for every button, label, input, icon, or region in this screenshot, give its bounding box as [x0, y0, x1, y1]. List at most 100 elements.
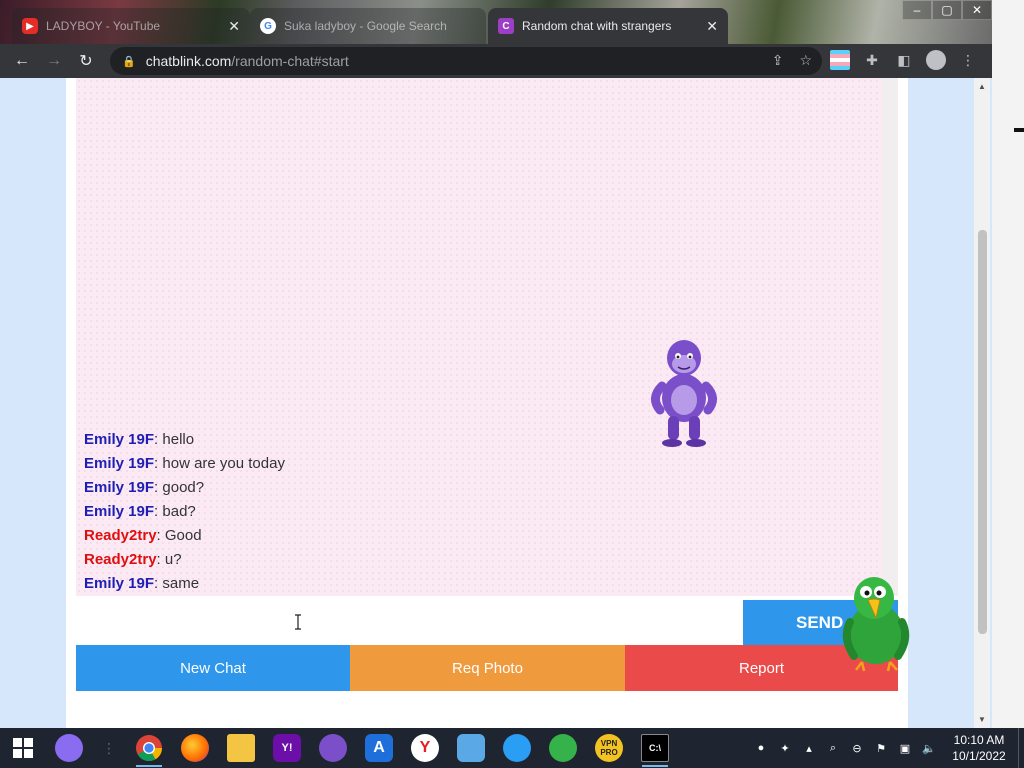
- google-icon: G: [260, 18, 276, 34]
- scroll-up-icon[interactable]: ▲: [977, 82, 987, 91]
- tab-strip: ▶ LADYBOY - YouTube ✕ G Suka ladyboy - G…: [0, 0, 992, 44]
- lock-icon: 🔒: [122, 55, 136, 68]
- tab-title: LADYBOY - YouTube: [46, 19, 161, 33]
- flag-extension-icon[interactable]: [830, 50, 850, 70]
- request-photo-button[interactable]: Req Photo: [350, 645, 625, 691]
- desktop-background: [992, 0, 1024, 728]
- scroll-down-icon[interactable]: ▼: [977, 715, 987, 724]
- tab-title: Random chat with strangers: [522, 19, 672, 33]
- clock-date: 10/1/2022: [952, 749, 1006, 763]
- message-list: Emily 19F: hello Emily 19F: how are you …: [84, 428, 285, 596]
- tab-title: Suka ladyboy - Google Search: [284, 19, 447, 33]
- window-controls: – ▢ ✕: [902, 0, 992, 20]
- side-panel-icon[interactable]: ◧: [894, 50, 914, 70]
- taskbar-separator: ⋮: [102, 739, 116, 756]
- message-text: : u?: [156, 551, 182, 568]
- bookmark-star-icon[interactable]: ☆: [799, 52, 812, 69]
- start-button[interactable]: [0, 728, 46, 768]
- desktop-mark: [1014, 128, 1024, 132]
- chrome-icon: [136, 735, 163, 762]
- taskbar-yahoo[interactable]: Y!: [264, 728, 310, 768]
- taskbar-chrome[interactable]: [126, 728, 172, 768]
- folder-icon: [227, 734, 255, 762]
- system-tray: ● ✦ ▴ ⌕ ⊖ ⚑ ▣ 🔈: [752, 728, 938, 768]
- taskbar-firefox[interactable]: [172, 728, 218, 768]
- sender-name: Emily 19F: [84, 455, 155, 472]
- reload-icon[interactable]: ↻: [70, 47, 102, 75]
- chat-message: Emily 19F: same: [84, 572, 285, 596]
- close-icon[interactable]: ✕: [228, 18, 240, 35]
- new-chat-button[interactable]: New Chat: [76, 645, 350, 691]
- tab-youtube[interactable]: ▶ LADYBOY - YouTube ✕: [12, 8, 250, 44]
- share-icon[interactable]: ⇪: [772, 52, 784, 69]
- terminal-icon: C:\: [641, 734, 669, 762]
- taskbar-app-a[interactable]: A: [356, 728, 402, 768]
- maximize-icon[interactable]: ▢: [932, 0, 962, 20]
- close-window-icon[interactable]: ✕: [962, 0, 992, 20]
- sender-name: Emily 19F: [84, 575, 155, 592]
- banana-tray-icon[interactable]: ✦: [776, 739, 794, 757]
- show-desktop-button[interactable]: [1018, 728, 1024, 768]
- chat-message: Ready2try: u?: [84, 548, 285, 572]
- firefox-icon: [181, 734, 209, 762]
- windows-logo-icon: [13, 738, 33, 758]
- network-icon[interactable]: ▣: [896, 739, 914, 757]
- chat-message: Ready2try: Good: [84, 524, 285, 548]
- green-app-icon: [549, 734, 577, 762]
- forward-icon[interactable]: →: [38, 47, 70, 75]
- search-tray-icon[interactable]: ⌕: [824, 739, 842, 757]
- page-scrollbar[interactable]: ▲ ▼: [974, 78, 990, 728]
- message-text: : how are you today: [154, 455, 285, 472]
- yahoo-messenger-icon: Y!: [273, 734, 301, 762]
- chat-actions: New Chat Req Photo Report: [76, 645, 898, 691]
- tab-google-search[interactable]: G Suka ladyboy - Google Search: [250, 8, 486, 44]
- circle-app-icon: [503, 734, 531, 762]
- taskbar-assistant[interactable]: [46, 728, 92, 768]
- purple-gorilla-icon[interactable]: [648, 336, 720, 448]
- vpn-tray-icon[interactable]: ●: [752, 739, 770, 757]
- back-icon[interactable]: ←: [6, 47, 38, 75]
- taskbar-vpn[interactable]: VPN PRO: [586, 728, 632, 768]
- taskbar-app-c[interactable]: [494, 728, 540, 768]
- chat-message: Emily 19F: how are you today: [84, 452, 285, 476]
- chat-page: Emily 19F: hello Emily 19F: how are you …: [66, 78, 910, 728]
- taskbar-app-b[interactable]: [448, 728, 494, 768]
- url-path: /random-chat#start: [231, 53, 349, 69]
- taskbar-explorer[interactable]: [218, 728, 264, 768]
- sender-name: Ready2try: [84, 527, 157, 544]
- scrollbar-thumb[interactable]: [978, 230, 987, 634]
- bonzi-icon: [319, 734, 347, 762]
- message-input[interactable]: [76, 600, 743, 645]
- message-text: : good?: [154, 479, 205, 496]
- message-text: : hello: [154, 431, 195, 448]
- address-bar[interactable]: 🔒 chatblink.com/random-chat#start ⇪ ☆: [110, 47, 822, 75]
- a-app-icon: A: [365, 734, 393, 762]
- chat-message: Emily 19F: hello: [84, 428, 285, 452]
- tab-random-chat[interactable]: C Random chat with strangers ✕: [488, 8, 728, 44]
- minus-tray-icon[interactable]: ⊖: [848, 739, 866, 757]
- taskbar: ⋮ Y! A Y VPN PRO C:\ ● ✦ ▴ ⌕ ⊖ ⚑ ▣ 🔈 10:…: [0, 728, 1024, 768]
- chatblink-icon: C: [498, 18, 514, 34]
- taskbar-yandex[interactable]: Y: [402, 728, 448, 768]
- page-viewport: Emily 19F: hello Emily 19F: how are you …: [0, 78, 992, 728]
- clock-time: 10:10 AM: [953, 733, 1005, 747]
- browser-toolbar: ← → ↻ 🔒 chatblink.com/random-chat#start …: [0, 44, 992, 78]
- minimize-icon[interactable]: –: [902, 0, 932, 20]
- volume-icon[interactable]: 🔈: [920, 739, 938, 757]
- profile-avatar-icon[interactable]: [926, 50, 946, 70]
- menu-kebab-icon[interactable]: ⋮: [958, 50, 978, 70]
- flag-tray-icon[interactable]: ⚑: [872, 739, 890, 757]
- tray-app-icon[interactable]: ▴: [800, 739, 818, 757]
- close-icon[interactable]: ✕: [706, 18, 718, 35]
- youtube-icon: ▶: [22, 18, 38, 34]
- chat-message: Emily 19F: good?: [84, 476, 285, 500]
- system-clock[interactable]: 10:10 AM 10/1/2022: [944, 732, 1014, 764]
- taskbar-terminal[interactable]: C:\: [632, 728, 678, 768]
- extension-icons: ✚ ◧ ⋮: [830, 50, 978, 70]
- green-parrot-icon[interactable]: [840, 572, 912, 672]
- taskbar-app-d[interactable]: [540, 728, 586, 768]
- taskbar-bonzi[interactable]: [310, 728, 356, 768]
- puzzle-extensions-icon[interactable]: ✚: [862, 50, 882, 70]
- assistant-icon: [55, 734, 83, 762]
- chat-message: Emily 19F: bad?: [84, 500, 285, 524]
